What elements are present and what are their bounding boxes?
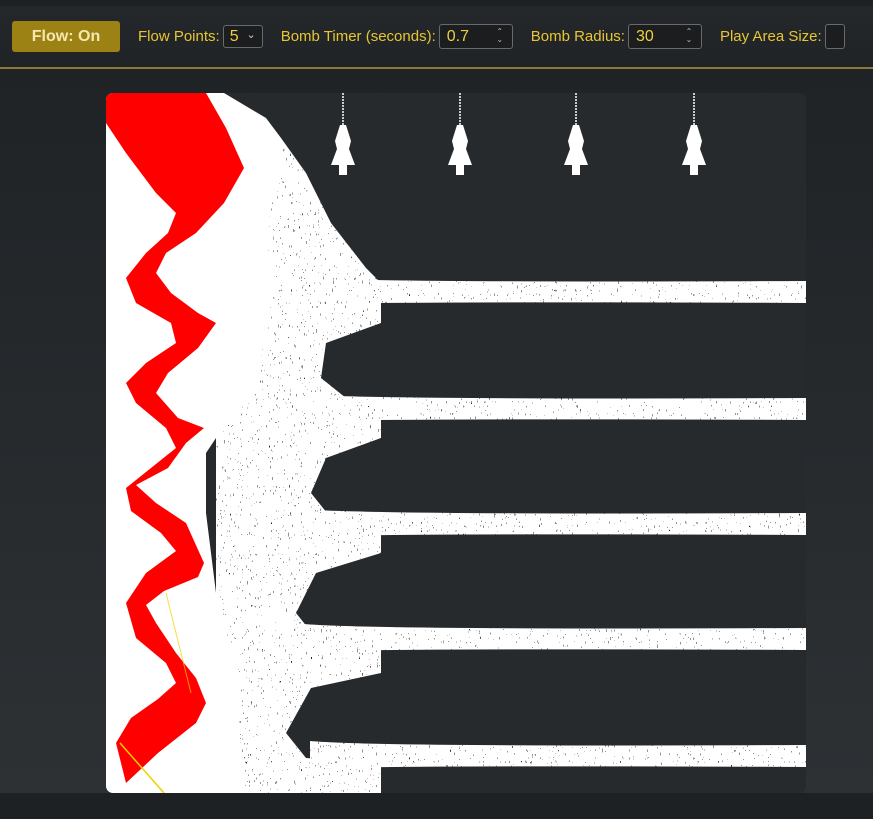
bomb-timer-label: Bomb Timer (seconds):: [280, 28, 436, 45]
bottom-bar: [0, 793, 873, 819]
bomb-radius-label: Bomb Radius:: [530, 28, 625, 45]
bomb-radius-value: 30: [635, 27, 654, 45]
play-area-size-input[interactable]: [824, 24, 845, 49]
chevron-down-icon: ⌄: [246, 29, 256, 41]
play-area-canvas[interactable]: [106, 93, 806, 793]
spinner-icon[interactable]: ⌃ ⌄: [496, 28, 504, 44]
bomb-timer-value: 0.7: [446, 27, 469, 45]
toolbar: Flow: On Flow Points: 5 ⌄ Bomb Timer (se…: [0, 6, 873, 69]
flow-points-select[interactable]: 5 ⌄: [222, 25, 263, 48]
bomb-timer-input[interactable]: 0.7 ⌃ ⌄: [438, 24, 513, 49]
bomb-radius-input[interactable]: 30 ⌃ ⌄: [627, 24, 702, 49]
spinner-icon[interactable]: ⌃ ⌄: [685, 28, 693, 44]
sand-simulation[interactable]: [106, 93, 806, 793]
play-area-size-label: Play Area Size:: [719, 28, 822, 45]
flow-toggle-button[interactable]: Flow: On: [12, 21, 120, 52]
flow-points-value: 5: [229, 27, 239, 45]
flow-points-label: Flow Points:: [138, 28, 220, 45]
